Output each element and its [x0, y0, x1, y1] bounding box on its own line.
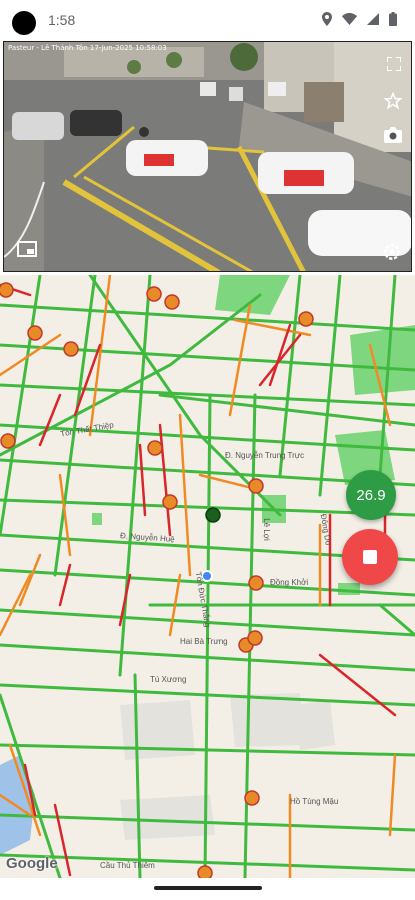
google-attribution: Google	[6, 855, 58, 872]
status-icons	[322, 12, 397, 26]
signal-icon	[367, 13, 379, 25]
stop-button[interactable]	[342, 529, 398, 585]
battery-icon	[389, 12, 397, 26]
street-label: Hai Bà Trưng	[180, 637, 228, 646]
location-icon	[322, 12, 332, 26]
camera-icon[interactable]	[382, 124, 404, 146]
home-gesture-handle[interactable]	[154, 886, 262, 890]
fullscreen-icon[interactable]	[384, 54, 404, 74]
stop-icon	[363, 550, 377, 564]
settings-icon[interactable]	[380, 240, 404, 264]
camera-cutout	[12, 11, 36, 35]
traffic-camera-view[interactable]: Pasteur - Lê Thánh Tôn 17-Jun-2025 10:58…	[3, 41, 412, 272]
street-label: Hồ Tùng Mậu	[290, 797, 339, 806]
street-label: Đ. Nguyễn Trung Trực	[225, 451, 305, 460]
wifi-icon	[342, 13, 357, 25]
street-label: Tú Xương	[150, 675, 187, 684]
camera-image	[4, 42, 411, 271]
street-label: Đồng Khởi	[270, 578, 309, 587]
street-label: Lê Lợi	[261, 518, 271, 541]
street-label: Cầu Thủ Thiêm	[100, 861, 155, 870]
speed-badge: 26.9	[346, 470, 396, 520]
status-time: 1:58	[48, 12, 76, 28]
navigation-bar	[0, 878, 415, 900]
status-bar: 1:58	[0, 0, 415, 40]
camera-caption: Pasteur - Lê Thánh Tôn 17-Jun-2025 10:58…	[8, 44, 167, 52]
pip-icon[interactable]	[16, 240, 38, 258]
star-icon[interactable]	[382, 90, 404, 112]
